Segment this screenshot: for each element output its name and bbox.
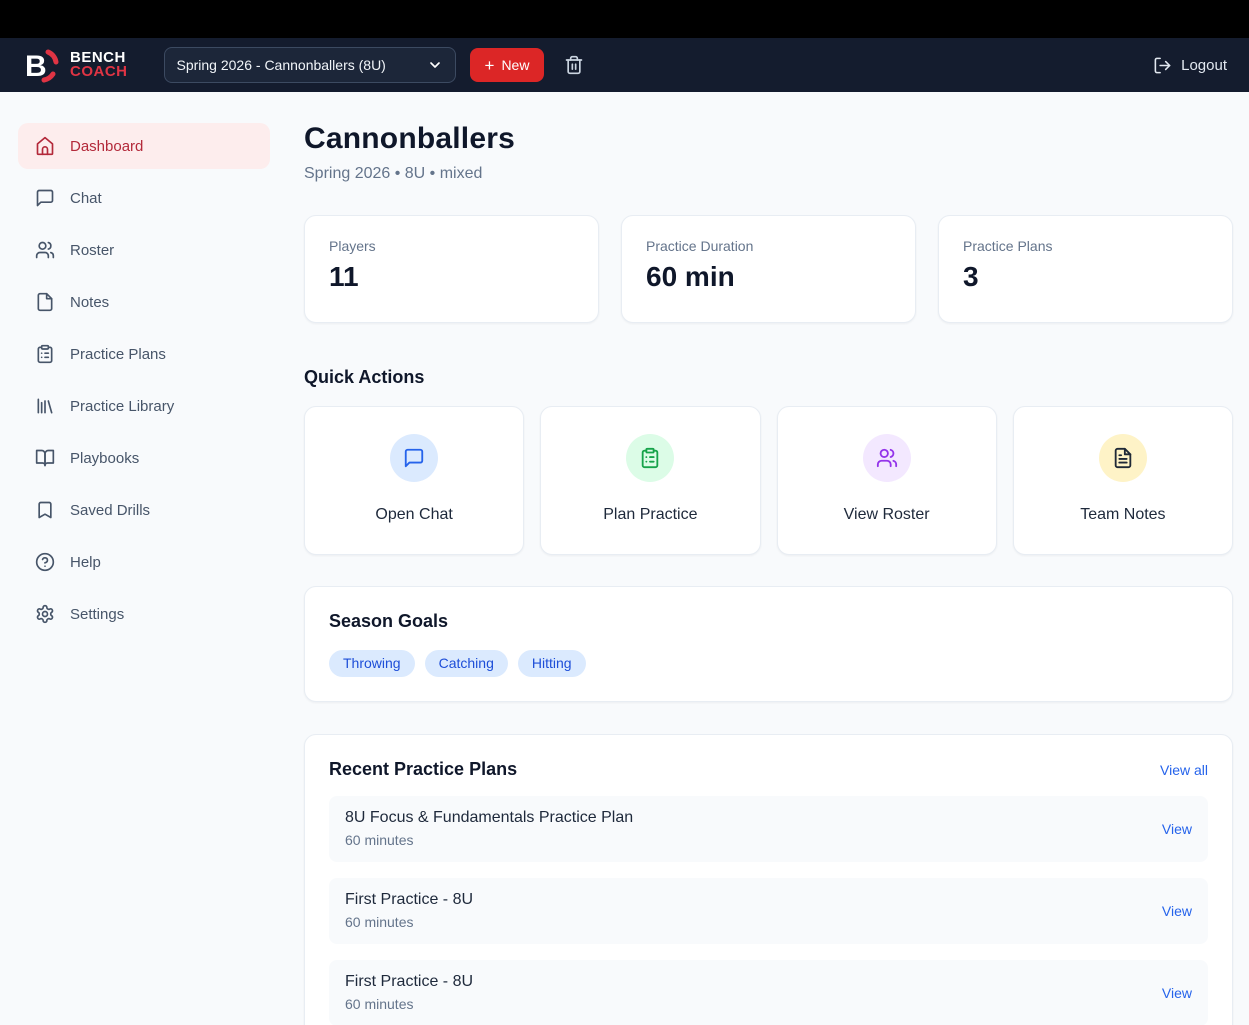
practice-plan-row: First Practice - 8U 60 minutes View	[329, 878, 1208, 944]
brand-line2: COACH	[70, 65, 128, 79]
help-circle-icon	[35, 552, 55, 572]
plan-duration: 60 minutes	[345, 914, 473, 930]
view-all-link[interactable]: View all	[1160, 762, 1208, 778]
sidebar-item-label: Practice Plans	[70, 346, 166, 363]
bookmark-icon	[35, 500, 55, 520]
users-icon	[35, 240, 55, 260]
quick-actions-grid: Open Chat Plan Practice View Roster Team…	[304, 406, 1233, 555]
quick-action-plan-practice[interactable]: Plan Practice	[540, 406, 760, 555]
sidebar: Dashboard Chat Roster Notes Practice Pla	[0, 92, 270, 1025]
stat-card-practice-duration: Practice Duration 60 min	[621, 215, 916, 323]
sidebar-item-notes[interactable]: Notes	[18, 279, 270, 325]
stats-row: Players 11 Practice Duration 60 min Prac…	[304, 215, 1233, 323]
sidebar-item-label: Notes	[70, 294, 109, 311]
view-plan-link[interactable]: View	[1162, 821, 1192, 837]
view-plan-link[interactable]: View	[1162, 903, 1192, 919]
sidebar-item-label: Settings	[70, 606, 124, 623]
sidebar-item-practice-library[interactable]: Practice Library	[18, 383, 270, 429]
window-top-strip	[0, 0, 1249, 38]
sidebar-item-playbooks[interactable]: Playbooks	[18, 435, 270, 481]
team-select-value: Spring 2026 - Cannonballers (8U)	[177, 57, 386, 73]
goal-tag: Throwing	[329, 650, 415, 677]
sidebar-item-label: Practice Library	[70, 398, 174, 415]
plan-title: 8U Focus & Fundamentals Practice Plan	[345, 809, 633, 827]
quick-action-label: Team Notes	[1014, 506, 1232, 524]
message-square-icon	[390, 434, 438, 482]
quick-action-view-roster[interactable]: View Roster	[777, 406, 997, 555]
stat-value: 60 min	[646, 261, 891, 293]
page-subtitle: Spring 2026 • 8U • mixed	[304, 165, 1233, 183]
goal-tag: Hitting	[518, 650, 586, 677]
main-content: Cannonballers Spring 2026 • 8U • mixed P…	[270, 92, 1249, 1025]
topbar: B BENCH COACH Spring 2026 - Cannonballer…	[0, 38, 1249, 92]
season-goals-heading: Season Goals	[329, 611, 1208, 632]
view-plan-link[interactable]: View	[1162, 985, 1192, 1001]
stat-value: 11	[329, 261, 574, 293]
season-goals-card: Season Goals Throwing Catching Hitting	[304, 586, 1233, 702]
file-icon	[35, 292, 55, 312]
clipboard-list-icon	[626, 434, 674, 482]
message-square-icon	[35, 188, 55, 208]
library-icon	[35, 396, 55, 416]
quick-action-open-chat[interactable]: Open Chat	[304, 406, 524, 555]
sidebar-item-dashboard[interactable]: Dashboard	[18, 123, 270, 169]
gear-icon	[35, 604, 55, 624]
stat-label: Practice Plans	[963, 238, 1208, 254]
quick-actions-heading: Quick Actions	[304, 367, 1233, 388]
plan-duration: 60 minutes	[345, 832, 633, 848]
new-button-label: New	[501, 57, 529, 73]
trash-icon	[564, 55, 584, 75]
practice-plan-row: 8U Focus & Fundamentals Practice Plan 60…	[329, 796, 1208, 862]
home-icon	[35, 136, 55, 156]
page-title: Cannonballers	[304, 122, 1233, 156]
sidebar-item-label: Playbooks	[70, 450, 139, 467]
sidebar-item-label: Saved Drills	[70, 502, 150, 519]
sidebar-item-label: Dashboard	[70, 138, 143, 155]
sidebar-item-label: Help	[70, 554, 101, 571]
quick-action-label: Open Chat	[305, 506, 523, 524]
quick-action-label: Plan Practice	[541, 506, 759, 524]
stat-label: Players	[329, 238, 574, 254]
plus-icon: +	[485, 57, 495, 74]
logout-icon	[1153, 56, 1172, 75]
book-open-icon	[35, 448, 55, 468]
sidebar-item-roster[interactable]: Roster	[18, 227, 270, 273]
goal-tag: Catching	[425, 650, 508, 677]
app-logo: B BENCH COACH	[22, 47, 128, 83]
quick-action-team-notes[interactable]: Team Notes	[1013, 406, 1233, 555]
team-select-dropdown[interactable]: Spring 2026 - Cannonballers (8U)	[164, 47, 456, 83]
logout-button[interactable]: Logout	[1153, 56, 1227, 75]
plan-title: First Practice - 8U	[345, 973, 473, 991]
sidebar-item-saved-drills[interactable]: Saved Drills	[18, 487, 270, 533]
recent-practice-plans-card: Recent Practice Plans View all 8U Focus …	[304, 734, 1233, 1025]
stat-value: 3	[963, 261, 1208, 293]
stat-card-players: Players 11	[304, 215, 599, 323]
recent-plans-heading: Recent Practice Plans	[329, 759, 517, 780]
sidebar-item-label: Roster	[70, 242, 114, 259]
new-button[interactable]: + New	[470, 48, 545, 82]
plan-duration: 60 minutes	[345, 996, 473, 1012]
benchcoach-logo-icon: B	[22, 47, 62, 83]
chevron-down-icon	[427, 57, 443, 73]
delete-team-button[interactable]	[560, 51, 588, 79]
season-goals-tags: Throwing Catching Hitting	[329, 650, 1208, 677]
plan-title: First Practice - 8U	[345, 891, 473, 909]
stat-label: Practice Duration	[646, 238, 891, 254]
sidebar-item-chat[interactable]: Chat	[18, 175, 270, 221]
users-icon	[863, 434, 911, 482]
sidebar-item-help[interactable]: Help	[18, 539, 270, 585]
file-text-icon	[1099, 434, 1147, 482]
practice-plan-row: First Practice - 8U 60 minutes View	[329, 960, 1208, 1025]
sidebar-item-settings[interactable]: Settings	[18, 591, 270, 637]
clipboard-list-icon	[35, 344, 55, 364]
sidebar-item-label: Chat	[70, 190, 102, 207]
sidebar-item-practice-plans[interactable]: Practice Plans	[18, 331, 270, 377]
logout-label: Logout	[1181, 57, 1227, 74]
quick-action-label: View Roster	[778, 506, 996, 524]
stat-card-practice-plans: Practice Plans 3	[938, 215, 1233, 323]
